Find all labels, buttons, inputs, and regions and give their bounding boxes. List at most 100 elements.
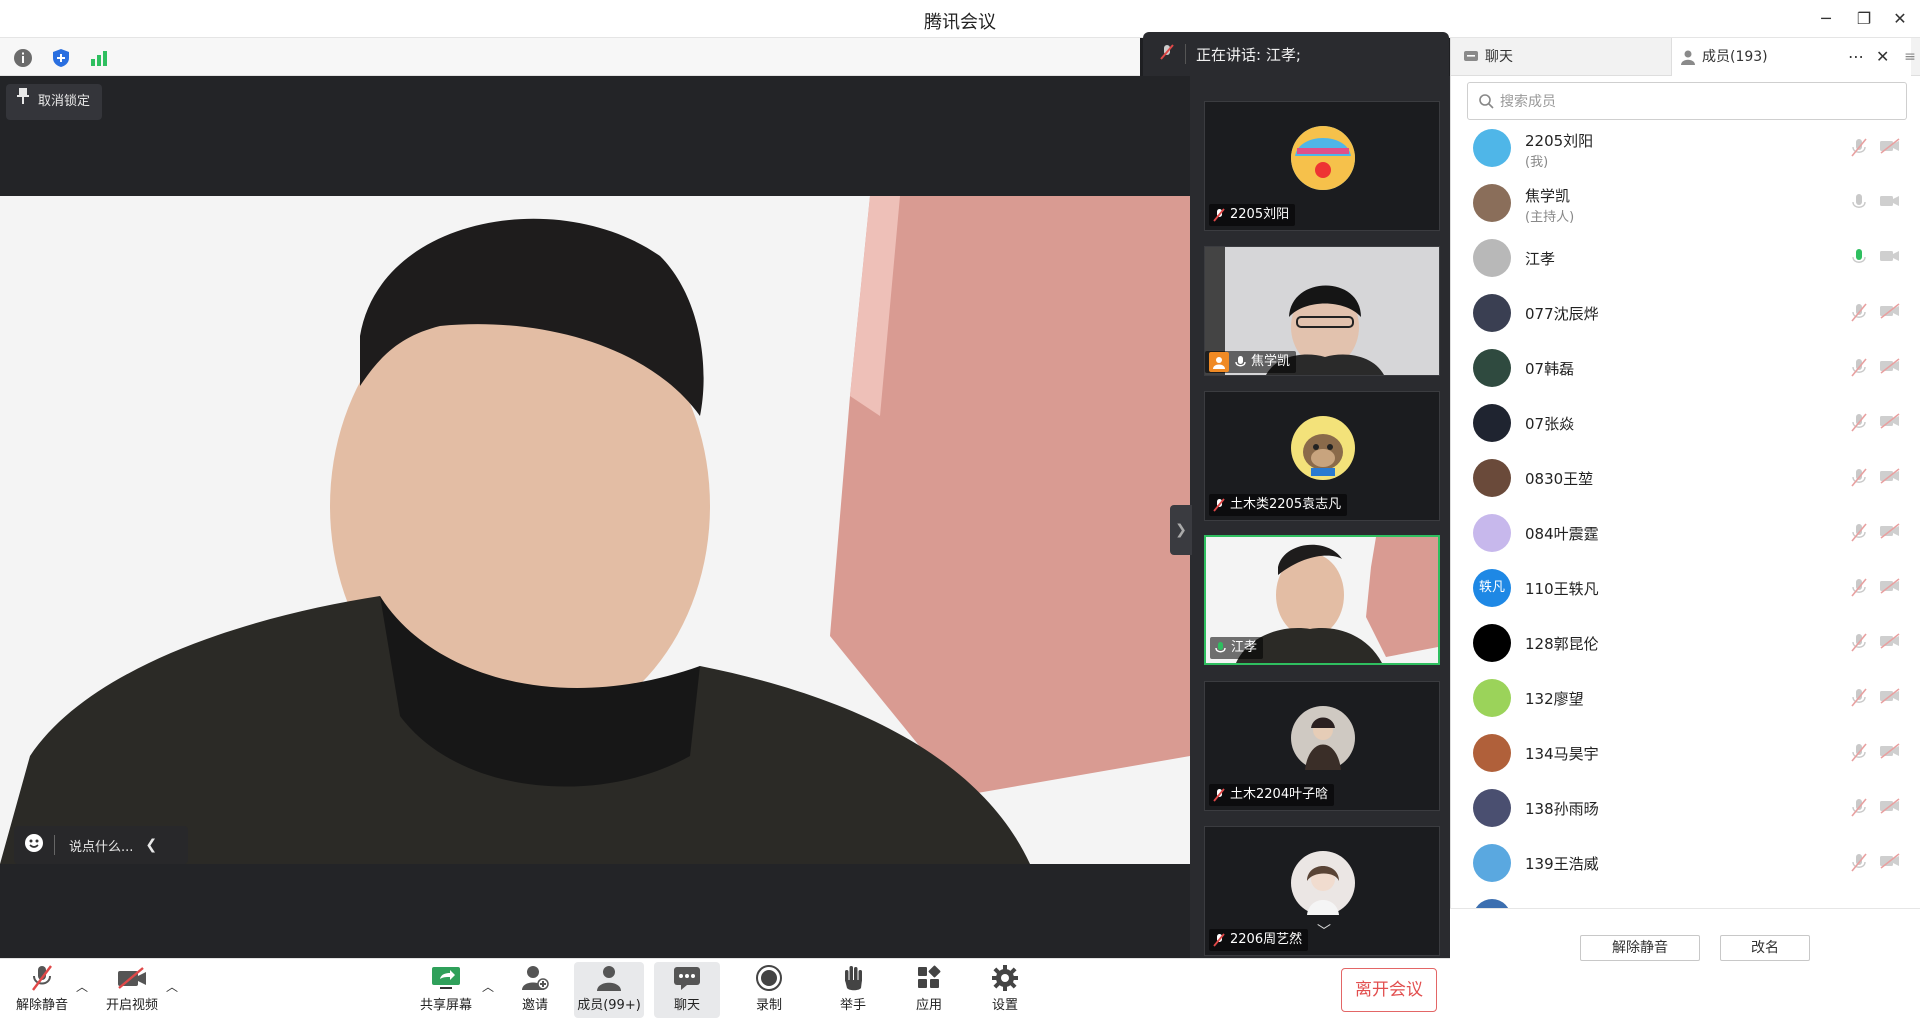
camera-icon[interactable] — [1879, 248, 1901, 268]
camera-off-icon[interactable] — [1879, 413, 1901, 433]
tab-chat-label: 聊天 — [1485, 49, 1513, 65]
participant-tile[interactable]: 2205刘阳 — [1204, 101, 1440, 231]
member-row[interactable]: 江孝 — [1451, 230, 1920, 285]
tab-members[interactable]: 成员(193) ⋯ ✕ — [1671, 38, 1911, 76]
rename-button[interactable]: 改名 — [1720, 935, 1810, 961]
bottom-toolbar — [0, 958, 1450, 1020]
mic-speaking-icon[interactable] — [1851, 247, 1867, 271]
participant-tile[interactable]: 焦学凯 — [1204, 246, 1440, 376]
mic-muted-icon[interactable] — [1851, 852, 1867, 876]
member-row[interactable]: 07张焱 — [1451, 395, 1920, 450]
gear-icon — [980, 962, 1030, 994]
avatar — [1473, 789, 1511, 827]
close-icon[interactable]: ✕ — [1886, 6, 1914, 32]
camera-off-icon[interactable] — [1879, 688, 1901, 708]
settings-label: 设置 — [991, 998, 1018, 1013]
member-row[interactable]: 134马昊宇 — [1451, 725, 1920, 780]
scroll-down-icon[interactable]: ﹀ — [1317, 921, 1331, 941]
settings-button[interactable]: 设置 — [980, 962, 1030, 1018]
member-name: 077沈辰烨 — [1525, 305, 1599, 323]
camera-off-icon[interactable] — [1879, 633, 1901, 653]
more-icon[interactable]: ⋯ — [1848, 38, 1864, 76]
member-row[interactable]: 132廖望 — [1451, 670, 1920, 725]
chat-button[interactable]: 聊天 — [654, 962, 720, 1018]
member-row[interactable]: 焦学凯 (主持人) — [1451, 175, 1920, 230]
member-row[interactable]: 084叶震霆 — [1451, 505, 1920, 560]
camera-icon[interactable] — [1879, 193, 1901, 213]
participant-tile-active[interactable]: 江孝 — [1204, 535, 1440, 665]
mic-muted-icon[interactable] — [1851, 577, 1867, 601]
leave-meeting-button[interactable]: 离开会议 — [1341, 968, 1437, 1012]
collapse-thumbnails-button[interactable]: ❯ — [1170, 505, 1192, 555]
unlock-button[interactable]: 取消锁定 — [6, 84, 103, 120]
mic-muted-icon[interactable] — [1851, 522, 1867, 546]
quick-chat-box[interactable]: 说点什么... ❮ — [14, 826, 188, 864]
participant-tile[interactable]: 土木类2205袁志凡 — [1204, 391, 1440, 521]
camera-off-icon[interactable] — [1879, 798, 1901, 818]
search-icon — [1479, 94, 1494, 109]
camera-off-icon[interactable] — [1879, 138, 1901, 158]
member-row[interactable]: 0830王堃 — [1451, 450, 1920, 505]
chevron-left-icon[interactable]: ❮ — [145, 837, 157, 853]
participant-tile[interactable]: 2206周艺然 ﹀ — [1204, 826, 1440, 956]
speaking-text: 正在讲话: 江孝; — [1196, 45, 1301, 64]
avatar: 轶凡 — [1473, 569, 1511, 607]
panel-footer — [1450, 908, 1920, 1020]
mic-muted-icon[interactable] — [1851, 302, 1867, 326]
camera-off-icon[interactable] — [1879, 303, 1901, 323]
minimize-icon[interactable]: ─ — [1812, 6, 1840, 32]
mic-muted-icon[interactable] — [1851, 742, 1867, 766]
unmute-all-button[interactable]: 解除静音 — [1580, 935, 1700, 961]
mic-muted-icon[interactable] — [1851, 632, 1867, 656]
member-row[interactable]: 07韩磊 — [1451, 340, 1920, 395]
raise-hand-button[interactable]: 举手 — [828, 962, 878, 1018]
camera-off-icon[interactable] — [1879, 853, 1901, 873]
mic-muted-icon[interactable] — [1851, 412, 1867, 436]
tab-chat[interactable]: 聊天 — [1457, 38, 1667, 76]
member-row[interactable]: 128郭昆伦 — [1451, 615, 1920, 670]
apps-button[interactable]: 应用 — [904, 962, 954, 1018]
mic-muted-icon[interactable] — [1851, 687, 1867, 711]
members-panel: 聊天 成员(193) ⋯ ✕ ≡ 搜索成员 2205刘阳 (我) 焦学凯 (主持人) 江… — [1450, 38, 1920, 958]
menu-icon[interactable]: ≡ — [1899, 38, 1920, 76]
info-icon[interactable] — [12, 47, 34, 69]
shield-icon[interactable] — [50, 47, 72, 69]
record-icon — [744, 962, 794, 994]
avatar — [1473, 294, 1511, 332]
chevron-up-icon[interactable]: ︿ — [76, 978, 88, 995]
chat-icon — [654, 962, 720, 994]
camera-off-icon[interactable] — [1879, 743, 1901, 763]
camera-off-icon[interactable] — [1879, 468, 1901, 488]
start-video-button[interactable]: 开启视频 — [100, 962, 164, 1018]
record-button[interactable]: 录制 — [744, 962, 794, 1018]
close-icon[interactable]: ✕ — [1876, 38, 1889, 76]
camera-off-icon[interactable] — [1879, 523, 1901, 543]
avatar — [1473, 459, 1511, 497]
member-row[interactable]: 轶凡 110王轶凡 — [1451, 560, 1920, 615]
members-button[interactable]: 成员(99+) — [574, 962, 644, 1018]
unmute-button[interactable]: 解除静音 — [10, 962, 74, 1018]
mic-muted-icon[interactable] — [1851, 137, 1867, 161]
mic-muted-icon[interactable] — [1851, 797, 1867, 821]
search-input[interactable]: 搜索成员 — [1467, 82, 1907, 120]
camera-off-icon[interactable] — [1879, 358, 1901, 378]
chevron-up-icon[interactable]: ︿ — [166, 978, 178, 995]
tab-members-label: 成员(193) — [1702, 49, 1768, 65]
camera-off-icon[interactable] — [1879, 578, 1901, 598]
participant-tile[interactable]: 土木2204叶子晗 — [1204, 681, 1440, 811]
signal-icon[interactable] — [88, 47, 110, 69]
mic-icon[interactable] — [1851, 192, 1867, 216]
member-row[interactable]: 138孙雨旸 — [1451, 780, 1920, 835]
share-screen-button[interactable]: 共享屏幕 — [412, 962, 480, 1018]
invite-button[interactable]: 邀请 — [510, 962, 560, 1018]
chevron-up-icon[interactable]: ︿ — [482, 978, 494, 995]
mic-muted-icon[interactable] — [1851, 357, 1867, 381]
emoji-icon[interactable] — [24, 833, 44, 857]
restore-icon[interactable]: ❐ — [1850, 6, 1878, 32]
mic-muted-icon[interactable] — [1851, 467, 1867, 491]
member-row[interactable]: 139王浩威 — [1451, 835, 1920, 890]
chat-input[interactable]: 说点什么... — [69, 836, 133, 855]
chat-icon — [1464, 51, 1478, 61]
member-row[interactable]: 2205刘阳 (我) — [1451, 120, 1920, 175]
member-row[interactable]: 077沈辰烨 — [1451, 285, 1920, 340]
